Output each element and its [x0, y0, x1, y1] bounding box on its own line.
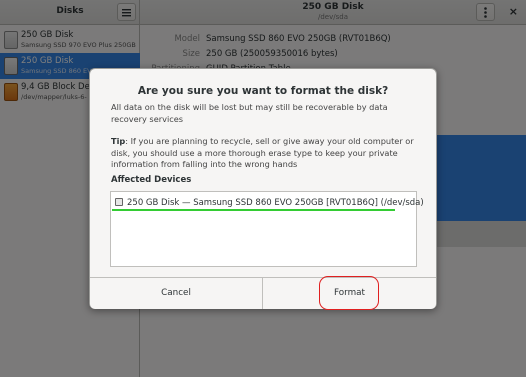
dialog-tip: Tip: If you are planning to recycle, sel… — [111, 136, 417, 171]
highlight-underline — [112, 209, 395, 211]
affected-devices-list[interactable]: 250 GB Disk — Samsung SSD 860 EVO 250GB … — [110, 191, 424, 267]
dialog-title: Are you sure you want to format the disk… — [137, 85, 389, 97]
hard-disk-icon — [115, 198, 123, 206]
affected-devices-label: Affected Devices — [111, 175, 192, 185]
tip-label: Tip — [111, 136, 126, 146]
dialog-body-text: All data on the disk will be lost but ma… — [111, 102, 388, 124]
tip-text: : If you are planning to recycle, sell o… — [111, 136, 414, 169]
list-item[interactable]: 250 GB Disk — Samsung SSD 860 EVO 250GB … — [115, 198, 424, 208]
format-disk-dialog: Are you sure you want to format the disk… — [89, 68, 437, 310]
device-label: 250 GB Disk — Samsung SSD 860 EVO 250GB … — [127, 198, 424, 208]
cancel-button[interactable]: Cancel — [90, 278, 263, 309]
annotation-circle — [319, 276, 379, 310]
dialog-button-row: Cancel Format — [90, 277, 436, 309]
